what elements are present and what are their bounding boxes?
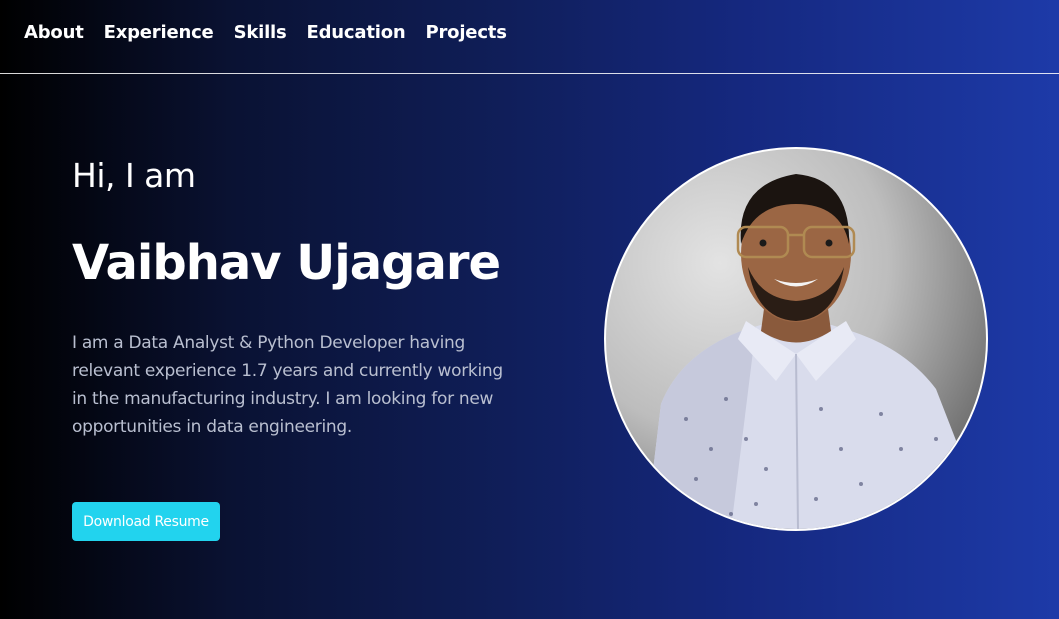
nav-links: About Experience Skills Education Projec… [24,22,507,43]
person-portrait-icon [646,174,971,529]
hero-bio: I am a Data Analyst & Python Developer h… [72,333,503,437]
nav-experience-link[interactable]: Experience [104,22,214,43]
nav-education-link[interactable]: Education [307,22,406,43]
nav-skills-link[interactable]: Skills [234,22,287,43]
hero-section: Hi, I am Vaibhav Ujagare I am a Data Ana… [72,150,522,441]
navbar: About Experience Skills Education Projec… [0,0,1059,74]
hero-name: Vaibhav Ujagare [72,235,501,291]
download-resume-button[interactable]: Download Resume [72,502,220,541]
nav-about-link[interactable]: About [24,22,84,43]
nav-projects-link[interactable]: Projects [426,22,507,43]
profile-photo [604,147,988,531]
hero-greeting: Hi, I am [72,156,196,195]
